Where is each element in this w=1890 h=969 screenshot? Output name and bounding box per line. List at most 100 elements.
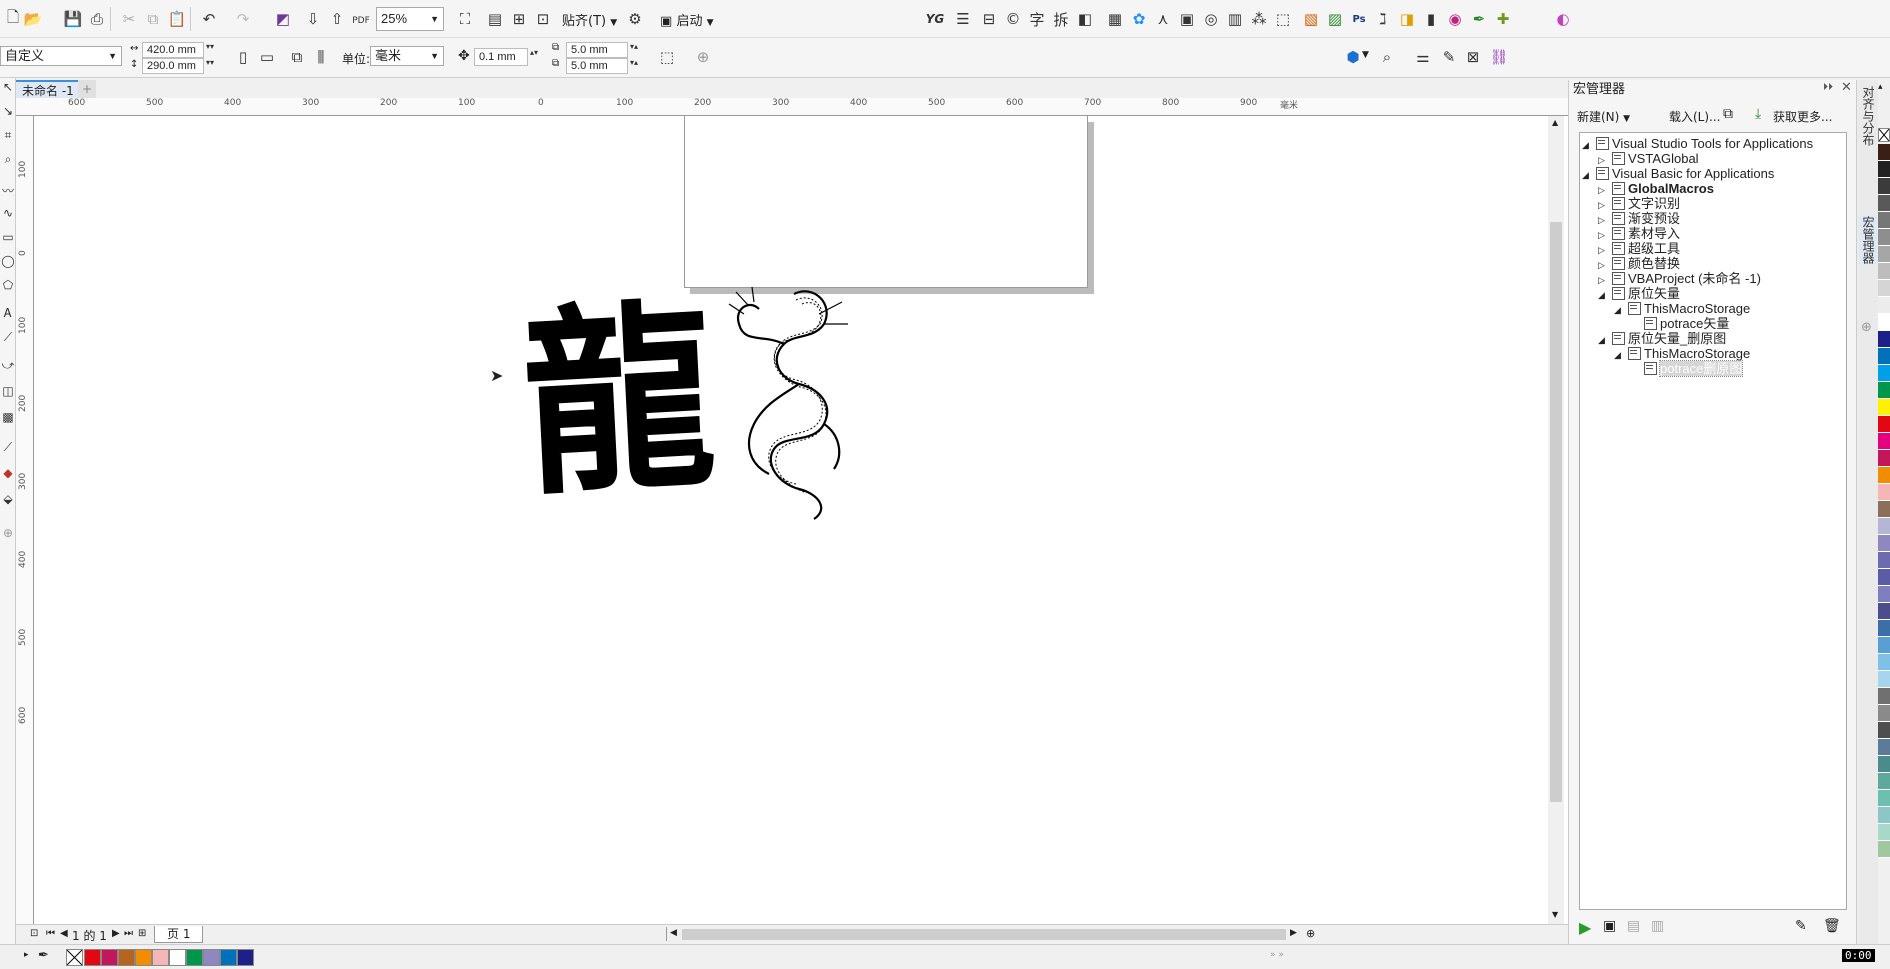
add-preset-icon[interactable]: ⊕ xyxy=(690,44,716,70)
options-gear-icon[interactable]: ⚙ xyxy=(622,6,648,32)
color-strip-swatch[interactable] xyxy=(1878,263,1890,280)
align-distribute-tab[interactable]: 对齐与分布 xyxy=(1859,86,1877,146)
color-swatch[interactable] xyxy=(152,949,169,966)
full-screen-icon[interactable]: ⛶ xyxy=(452,6,478,32)
vertical-scroll-thumb[interactable] xyxy=(1550,222,1562,802)
color-strip-swatch[interactable] xyxy=(1878,297,1890,314)
color-strip-swatch[interactable] xyxy=(1878,552,1890,569)
duplicate-distance-y-field[interactable]: 5.0 mm xyxy=(566,58,628,74)
undo-icon[interactable]: ↶ xyxy=(196,6,222,32)
nudge-distance-field[interactable]: 0.1 mm xyxy=(474,48,528,66)
link-icon[interactable]: ⛓ xyxy=(1486,44,1512,70)
tree-expanded-icon[interactable]: ◢ xyxy=(1582,166,1594,184)
plugin-d-icon[interactable]: ◉ xyxy=(1442,6,1468,32)
color-swatch[interactable] xyxy=(118,949,135,966)
scroll-up-icon[interactable]: ▲ xyxy=(1552,118,1558,127)
text-frame-icon[interactable]: ⊟ xyxy=(976,6,1002,32)
export-pdf-icon[interactable]: PDF xyxy=(348,8,374,34)
print-icon[interactable]: ⎙ xyxy=(84,6,110,32)
macro-tree-node[interactable]: potrace删原图 xyxy=(1630,360,1744,378)
shadow-tool-icon[interactable]: ◫ xyxy=(0,384,16,406)
color-strip-swatch[interactable] xyxy=(1878,433,1890,450)
color-strip-swatch[interactable] xyxy=(1878,722,1890,739)
combine-icon[interactable]: ◧ xyxy=(1072,6,1098,32)
target-icon[interactable]: ◎ xyxy=(1198,6,1224,32)
tree-expanded-icon[interactable]: ◢ xyxy=(1598,286,1610,304)
color-swatch[interactable] xyxy=(135,949,152,966)
import-special-icon[interactable]: ◩ xyxy=(270,6,296,32)
color-strip-swatch[interactable] xyxy=(1878,807,1890,824)
horizontal-scroll-thumb[interactable] xyxy=(682,929,1286,940)
cut-icon[interactable]: ✂ xyxy=(116,6,142,32)
color-strip-swatch[interactable] xyxy=(1878,178,1890,195)
nudge-spinner[interactable]: ▴▾ xyxy=(530,48,538,57)
tree-expanded-icon[interactable]: ◢ xyxy=(1614,301,1626,319)
import-icon[interactable]: ⇩ xyxy=(300,6,326,32)
color-strip-swatch[interactable] xyxy=(1878,671,1890,688)
color-strip-swatch[interactable] xyxy=(1878,705,1890,722)
delete-macro-icon[interactable]: 🗑 xyxy=(1823,918,1841,934)
vertical-scrollbar[interactable]: ▲ ▼ xyxy=(1548,116,1564,924)
char-tool-icon[interactable]: 字 xyxy=(1024,6,1050,32)
new-macro-button[interactable]: 新建(N) ▼ xyxy=(1577,108,1630,125)
text-tool-icon[interactable]: ℷ xyxy=(1370,6,1396,32)
color-strip-swatch[interactable] xyxy=(1878,603,1890,620)
scroll-right-icon[interactable]: ▶ xyxy=(1290,928,1297,938)
treat-as-filled-icon[interactable]: ⬚ xyxy=(654,44,680,70)
edit-macro-icon[interactable]: ✎ xyxy=(1795,918,1807,934)
artistic-media-icon[interactable]: ∿ xyxy=(0,206,16,228)
color-strip-swatch[interactable] xyxy=(1878,654,1890,671)
color-swatch[interactable] xyxy=(84,949,101,966)
no-color-swatch[interactable] xyxy=(66,949,83,966)
document-tab[interactable]: 未命名 -1 xyxy=(16,80,80,98)
color-strip-swatch[interactable] xyxy=(1878,399,1890,416)
pick-tool-icon[interactable]: ↖ xyxy=(0,80,16,102)
color-strip-swatch[interactable] xyxy=(1878,365,1890,382)
add-document-tab-icon[interactable]: + xyxy=(78,80,97,98)
paste-icon[interactable]: 📋 xyxy=(164,6,190,32)
dimension-tool-icon[interactable]: ⟋ xyxy=(0,330,16,352)
color-strip-swatch[interactable] xyxy=(1878,331,1890,348)
color-strip-swatch[interactable] xyxy=(1878,535,1890,552)
color-strip-swatch[interactable] xyxy=(1878,212,1890,229)
close-box-icon[interactable]: ⊠ xyxy=(1460,44,1486,70)
dup-y-spinner[interactable]: ▾▴ xyxy=(630,58,638,67)
launch-dropdown[interactable]: ▣ 启动 ▼ xyxy=(660,10,714,29)
ocr-icon[interactable]: © xyxy=(1000,6,1026,32)
width-spinner[interactable]: ▾▾ xyxy=(206,42,214,51)
search-icon[interactable]: ⌕ xyxy=(1374,44,1400,70)
bar-chart-icon[interactable]: ▥ xyxy=(1222,6,1248,32)
smart-fill-icon[interactable]: ⬙ xyxy=(0,492,16,514)
grid-icon[interactable]: ⊞ xyxy=(506,6,532,32)
page-size-combo[interactable]: 自定义 ▼ xyxy=(0,46,122,66)
plugin-a-icon[interactable]: ▧ xyxy=(1298,6,1324,32)
color-strip-swatch[interactable] xyxy=(1878,688,1890,705)
color-strip-swatch[interactable] xyxy=(1878,756,1890,773)
snap-to-dropdown[interactable]: 贴齐(T) ▼ xyxy=(562,10,617,29)
pause-record-icon[interactable]: ▤ xyxy=(1627,918,1640,934)
plugin-e-icon[interactable]: ◐ xyxy=(1550,6,1576,32)
first-page-icon[interactable]: ⏮ xyxy=(46,928,55,939)
page-width-field[interactable]: 420.0 mm xyxy=(142,42,204,58)
color-strip-swatch[interactable] xyxy=(1878,229,1890,246)
color-swatch[interactable] xyxy=(237,949,254,966)
zoom-navigator-icon[interactable]: ⊕ xyxy=(1306,927,1315,940)
color-strip-swatch[interactable] xyxy=(1878,314,1890,331)
last-page-icon[interactable]: ⏭ xyxy=(124,928,133,939)
height-spinner[interactable]: ▾▾ xyxy=(206,58,214,67)
scroll-down-icon[interactable]: ▼ xyxy=(1552,910,1558,919)
split-tool-icon[interactable]: 拆 xyxy=(1048,6,1074,32)
zoom-tool-icon[interactable]: ⌕ xyxy=(0,152,16,174)
tree-expanded-icon[interactable]: ◢ xyxy=(1598,331,1610,349)
download-icon[interactable]: ⤓ xyxy=(1755,106,1761,122)
color-strip-swatch[interactable] xyxy=(1878,450,1890,467)
page-options-icon[interactable]: ⊡ xyxy=(30,928,38,939)
chart-line-icon[interactable]: ⋏ xyxy=(1150,6,1176,32)
edit-icon[interactable]: ✎ xyxy=(1436,44,1462,70)
export-icon[interactable]: ⇧ xyxy=(324,6,350,32)
photoshop-icon[interactable]: Ps xyxy=(1346,6,1372,32)
get-more-button[interactable]: 获取更多... xyxy=(1773,108,1832,125)
color-strip-swatch[interactable] xyxy=(1878,144,1890,161)
vertical-ruler[interactable]: 100 0 100 200 300 400 500 600 xyxy=(16,116,34,924)
tree-expanded-icon[interactable]: ◢ xyxy=(1582,136,1594,154)
